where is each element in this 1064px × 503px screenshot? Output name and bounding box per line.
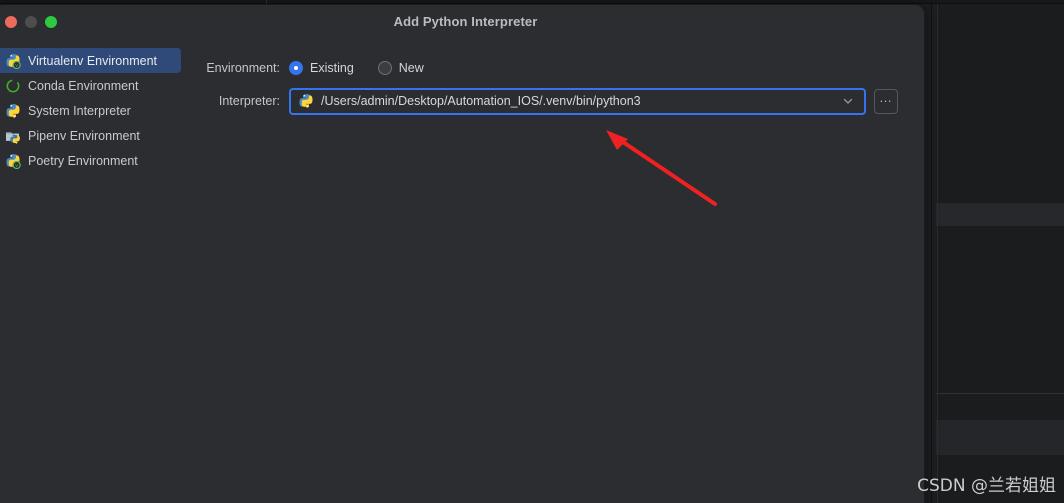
radio-new-label: New: [398, 61, 424, 75]
python-venv-icon: V: [5, 53, 21, 69]
sidebar-item-pipenv-environment[interactable]: Pipenv Environment: [1, 123, 181, 148]
ide-pane-splitter[interactable]: [937, 0, 938, 503]
sidebar-item-system-interpreter[interactable]: System Interpreter: [1, 98, 181, 123]
conda-ring-icon: [5, 78, 21, 94]
sidebar-item-label: Pipenv Environment: [28, 128, 140, 143]
ide-row-band: [936, 420, 1064, 455]
environment-radio-group: Existing New: [289, 61, 448, 75]
radio-new[interactable]: New: [377, 61, 424, 75]
pipenv-icon: [5, 128, 21, 144]
python-icon: [5, 103, 21, 119]
svg-text:V: V: [15, 63, 18, 68]
sidebar-item-conda-environment[interactable]: Conda Environment: [1, 73, 181, 98]
sidebar-item-poetry-environment[interactable]: V Poetry Environment: [1, 148, 181, 173]
ide-row-divider: [936, 393, 1064, 394]
radio-existing-label: Existing: [310, 61, 354, 75]
chevron-down-icon[interactable]: [840, 93, 856, 109]
interpreter-combobox-value-wrap: /Users/admin/Desktop/Automation_IOS/.ven…: [298, 93, 840, 109]
svg-text:V: V: [15, 163, 18, 168]
add-python-interpreter-dialog: Add Python Interpreter V Virtualenv Envi…: [0, 4, 925, 503]
dialog-body: V Virtualenv Environment Conda Environme…: [0, 39, 924, 503]
interpreter-label: Interpreter:: [218, 94, 280, 108]
browse-interpreter-button[interactable]: …: [874, 88, 898, 114]
sidebar-item-label: Poetry Environment: [28, 153, 138, 168]
sidebar-item-label: Conda Environment: [28, 78, 139, 93]
sidebar-item-label: System Interpreter: [28, 103, 131, 118]
sidebar-item-label: Virtualenv Environment: [28, 53, 158, 68]
environment-type-sidebar: V Virtualenv Environment Conda Environme…: [0, 39, 187, 503]
interpreter-row: Interpreter: /Users/admin/Desktop/Automa…: [187, 86, 924, 116]
screen: Add Python Interpreter V Virtualenv Envi…: [0, 0, 1064, 503]
interpreter-path-value: /Users/admin/Desktop/Automation_IOS/.ven…: [321, 94, 641, 108]
environment-row: Environment: Existing New: [187, 53, 924, 83]
dialog-content: Environment: Existing New Interpreter: /…: [187, 39, 924, 503]
interpreter-combobox[interactable]: /Users/admin/Desktop/Automation_IOS/.ven…: [289, 87, 866, 115]
ide-row-band: [936, 203, 1064, 226]
dialog-titlebar[interactable]: Add Python Interpreter: [0, 5, 924, 39]
poetry-icon: V: [5, 153, 21, 169]
dialog-title: Add Python Interpreter: [393, 14, 538, 29]
watermark-text: CSDN @兰若姐姐: [917, 476, 1056, 496]
radio-new-indicator[interactable]: [377, 61, 392, 75]
radio-existing-indicator[interactable]: [289, 61, 303, 75]
ide-pane-edge: [931, 0, 932, 503]
python-icon: [298, 93, 314, 109]
radio-existing[interactable]: Existing: [289, 61, 354, 75]
environment-label: Environment:: [206, 61, 280, 75]
sidebar-item-virtualenv-environment[interactable]: V Virtualenv Environment: [0, 48, 181, 73]
browse-button-label: …: [879, 90, 893, 105]
